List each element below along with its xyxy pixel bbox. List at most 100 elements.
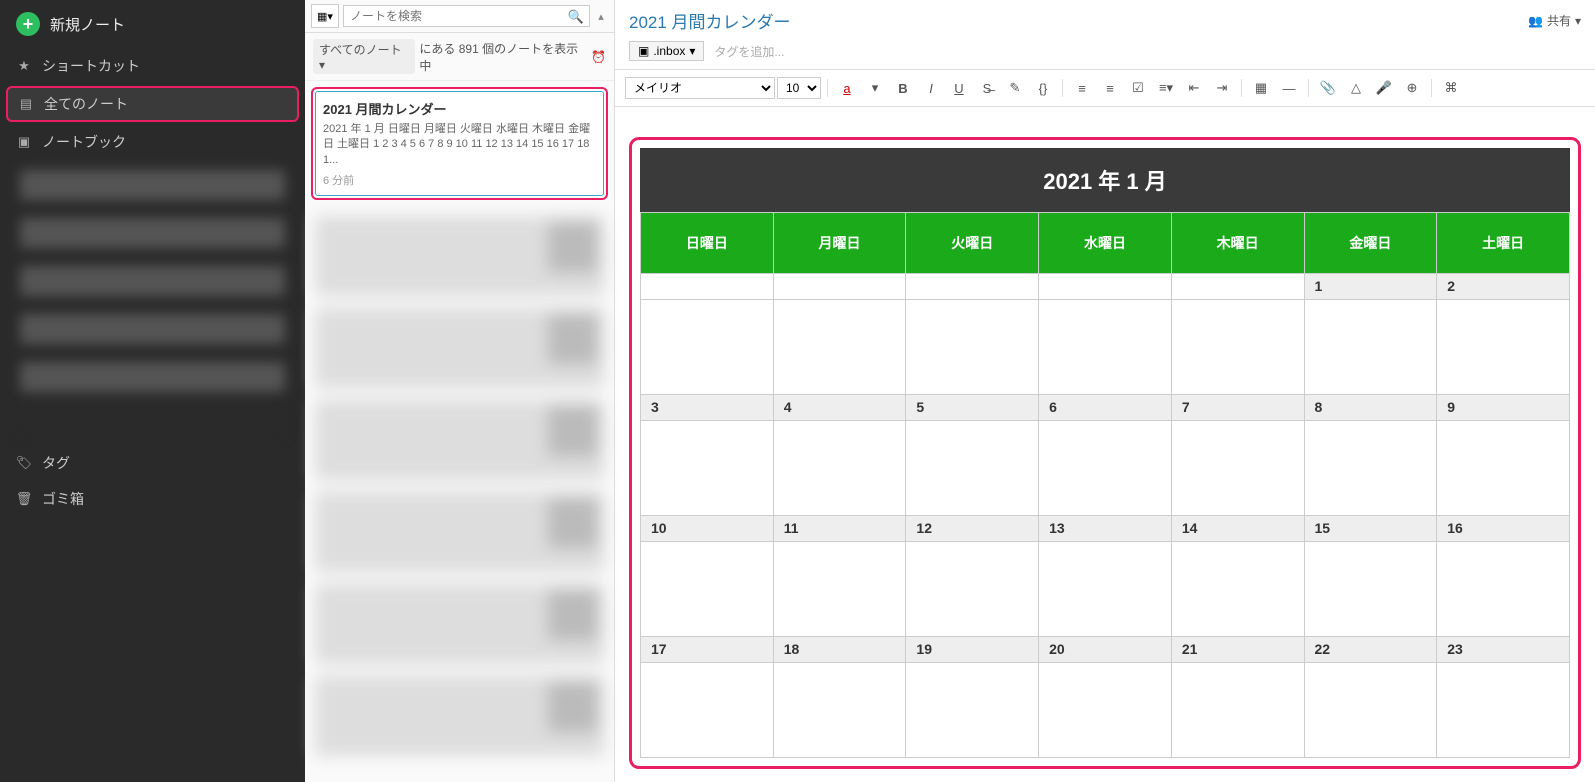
audio-button[interactable]: 🎤 [1371,76,1397,100]
calendar-date-cell[interactable]: 10 [641,516,774,542]
calendar-date-cell[interactable]: 19 [906,637,1039,663]
calendar-content-cell[interactable] [1304,542,1437,637]
calendar-date-cell[interactable] [773,274,906,300]
bold-button[interactable]: B [890,76,916,100]
calendar-content-cell[interactable] [1171,300,1304,395]
calendar-content-cell[interactable] [641,300,774,395]
hr-button[interactable]: — [1276,76,1302,100]
editor-body[interactable]: 2021 年 1 月 日曜日月曜日火曜日水曜日木曜日金曜日土曜日 1234567… [615,107,1595,782]
calendar-date-cell[interactable]: 20 [1039,637,1172,663]
trash-icon: 🗑 [16,491,32,507]
search-input[interactable] [343,5,590,27]
checkbox-button[interactable]: ☑ [1125,76,1151,100]
calendar-date-cell[interactable]: 5 [906,395,1039,421]
sidebar-item-all-notes[interactable]: ▤ 全てのノート [6,86,299,122]
italic-button[interactable]: I [918,76,944,100]
code-button[interactable]: {} [1030,76,1056,100]
calendar-date-cell[interactable]: 2 [1437,274,1570,300]
calendar-content-cell[interactable] [641,663,774,758]
drive-button[interactable]: △ [1343,76,1369,100]
filter-dropdown[interactable]: すべてのノート ▾ [313,39,415,74]
calendar-content-cell[interactable] [773,542,906,637]
calendar-date-cell[interactable]: 14 [1171,516,1304,542]
calendar-date-cell[interactable]: 3 [641,395,774,421]
calendar-content-cell[interactable] [1171,421,1304,516]
calendar-content-cell[interactable] [1437,300,1570,395]
calendar-date-cell[interactable]: 16 [1437,516,1570,542]
calendar-date-cell[interactable] [906,274,1039,300]
calendar-content-cell[interactable] [1171,663,1304,758]
attach-button[interactable]: 📎 [1315,76,1341,100]
calendar-content-cell[interactable] [1039,542,1172,637]
calendar-content-cell[interactable] [1304,663,1437,758]
align-button[interactable]: ≡▾ [1153,76,1179,100]
bullet-list-button[interactable]: ≡ [1069,76,1095,100]
calendar-date-cell[interactable] [641,274,774,300]
outdent-button[interactable]: ⇤ [1181,76,1207,100]
calendar-date-cell[interactable]: 13 [1039,516,1172,542]
calendar-date-cell[interactable]: 21 [1171,637,1304,663]
more-button[interactable]: ⌘ [1438,76,1464,100]
calendar-content-cell[interactable] [906,663,1039,758]
underline-button[interactable]: U [946,76,972,100]
number-list-button[interactable]: ≡ [1097,76,1123,100]
calendar-date-cell[interactable]: 4 [773,395,906,421]
font-size-select[interactable]: 10 [777,77,821,99]
add-tag-input[interactable]: タグを追加... [714,43,784,60]
calendar-content-cell[interactable] [1039,300,1172,395]
collapse-icon[interactable]: ▴ [594,10,608,23]
calendar-date-cell[interactable]: 9 [1437,395,1570,421]
font-color-dropdown[interactable]: ▾ [862,76,888,100]
plus-icon: + [16,12,40,36]
calendar-content-cell[interactable] [1437,663,1570,758]
calendar-content-cell[interactable] [1039,663,1172,758]
note-title[interactable]: 2021 月間カレンダー [629,8,791,33]
sidebar-item-trash[interactable]: 🗑 ゴミ箱 [0,481,305,517]
view-mode-button[interactable]: ▦▾ [311,4,339,28]
highlight-button[interactable]: ✎ [1002,76,1028,100]
calendar-date-cell[interactable]: 23 [1437,637,1570,663]
calendar-content-cell[interactable] [906,421,1039,516]
table-button[interactable]: ▦ [1248,76,1274,100]
strikethrough-button[interactable]: S̶ [974,76,1000,100]
notebook-selector[interactable]: ▣ .inbox ▾ [629,41,704,61]
indent-button[interactable]: ⇥ [1209,76,1235,100]
reminder-icon[interactable]: ⏰ [591,50,606,64]
link-button[interactable]: ⊕ [1399,76,1425,100]
calendar-date-cell[interactable]: 8 [1304,395,1437,421]
calendar-date-cell[interactable]: 6 [1039,395,1172,421]
calendar-content-cell[interactable] [773,300,906,395]
calendar-content-cell[interactable] [1437,542,1570,637]
sidebar-item-notebooks[interactable]: ▣ ノートブック [0,124,305,160]
calendar-content-cell[interactable] [1171,542,1304,637]
font-select[interactable]: メイリオ [625,77,775,99]
calendar-date-cell[interactable]: 7 [1171,395,1304,421]
note-card-selected[interactable]: 2021 月間カレンダー 2021 年 1 月 日曜日 月曜日 火曜日 水曜日 … [311,87,608,200]
calendar-content-cell[interactable] [906,300,1039,395]
new-note-button[interactable]: + 新規ノート [0,0,305,48]
calendar-content-cell[interactable] [641,421,774,516]
weekday-header: 月曜日 [773,213,906,274]
calendar-date-cell[interactable]: 15 [1304,516,1437,542]
sidebar-item-shortcuts[interactable]: ★ ショートカット [0,48,305,84]
calendar-date-cell[interactable]: 11 [773,516,906,542]
calendar-content-cell[interactable] [773,663,906,758]
share-button[interactable]: 👥 共有 ▾ [1528,12,1581,29]
font-color-button[interactable]: a [834,76,860,100]
calendar-date-cell[interactable] [1039,274,1172,300]
weekday-header: 木曜日 [1171,213,1304,274]
calendar-content-cell[interactable] [1304,300,1437,395]
calendar-content-cell[interactable] [641,542,774,637]
calendar-date-cell[interactable]: 17 [641,637,774,663]
calendar-date-cell[interactable]: 1 [1304,274,1437,300]
calendar-content-cell[interactable] [773,421,906,516]
calendar-content-cell[interactable] [1039,421,1172,516]
calendar-content-cell[interactable] [1437,421,1570,516]
calendar-date-cell[interactable] [1171,274,1304,300]
calendar-date-cell[interactable]: 22 [1304,637,1437,663]
calendar-date-cell[interactable]: 18 [773,637,906,663]
calendar-content-cell[interactable] [1304,421,1437,516]
calendar-content-cell[interactable] [906,542,1039,637]
sidebar-item-tags[interactable]: 🏷 タグ [0,445,305,481]
calendar-date-cell[interactable]: 12 [906,516,1039,542]
